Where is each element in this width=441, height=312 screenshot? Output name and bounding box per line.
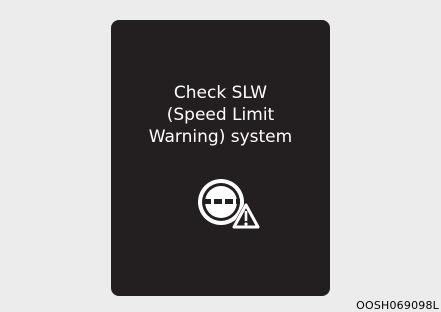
speed-limit-warning-fault-icon [191,170,281,240]
warning-message: Check SLW (Speed Limit Warning) system [111,82,330,148]
message-line-1: Check SLW [173,83,268,103]
message-line-2: (Speed Limit [166,105,275,125]
speed-limit-warning-fault-icon-graphic [198,179,262,230]
cluster-display-panel: Check SLW (Speed Limit Warning) system [111,20,330,296]
message-line-3: Warning) system [148,127,293,147]
